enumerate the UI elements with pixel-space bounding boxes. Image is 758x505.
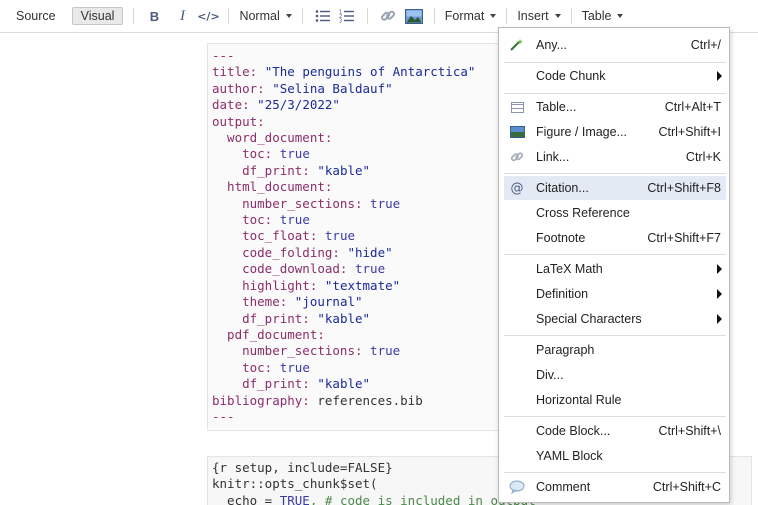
menu-item-code-chunk[interactable]: Code Chunk: [504, 64, 726, 88]
bullet-list-icon[interactable]: [313, 6, 333, 26]
menu-item-definition[interactable]: Definition: [504, 282, 726, 306]
menu-item-special-characters[interactable]: Special Characters: [504, 307, 726, 331]
insert-dropdown-menu: Any... Ctrl+/ Code Chunk Table... Ctrl+A…: [498, 27, 730, 503]
chevron-down-icon: [285, 13, 292, 18]
italic-button[interactable]: I: [172, 6, 192, 26]
link-icon: [508, 149, 526, 165]
menu-item-code-block[interactable]: Code Block... Ctrl+Shift+\: [504, 419, 726, 443]
toolbar-separator: [366, 8, 368, 24]
link-icon[interactable]: [378, 6, 398, 26]
code-button[interactable]: </>: [197, 6, 219, 26]
menu-item-table[interactable]: Table... Ctrl+Alt+T: [504, 95, 726, 119]
submenu-arrow-icon: [717, 289, 722, 299]
menu-item-div[interactable]: Div...: [504, 363, 726, 387]
toolbar-separator: [228, 8, 230, 24]
numbered-list-icon[interactable]: 123: [337, 6, 357, 26]
menu-item-horizontal-rule[interactable]: Horizontal Rule: [504, 388, 726, 412]
style-select-value: Normal: [239, 9, 280, 23]
menu-item-citation[interactable]: @ Citation... Ctrl+Shift+F8: [504, 176, 726, 200]
toolbar-separator: [133, 8, 135, 24]
menu-item-paragraph[interactable]: Paragraph: [504, 338, 726, 362]
submenu-arrow-icon: [717, 71, 722, 81]
submenu-arrow-icon: [717, 264, 722, 274]
toolbar-separator: [506, 8, 508, 24]
svg-text:3: 3: [339, 19, 342, 24]
yaml-code[interactable]: --- title: "The penguins of Antarctica" …: [212, 48, 475, 425]
menu-item-footnote[interactable]: Footnote Ctrl+Shift+F7: [504, 226, 726, 250]
insert-menu-label: Insert: [517, 9, 549, 23]
table-icon: [508, 99, 526, 115]
menu-separator: [504, 173, 726, 174]
menu-separator: [504, 254, 726, 255]
magic-wand-icon: [508, 37, 526, 53]
menu-item-any[interactable]: Any... Ctrl+/: [504, 33, 726, 57]
style-select[interactable]: Normal: [239, 9, 292, 23]
bold-button[interactable]: B: [144, 6, 164, 26]
image-icon[interactable]: [404, 6, 424, 26]
menu-item-comment[interactable]: Comment Ctrl+Shift+C: [504, 475, 726, 499]
chevron-down-icon: [490, 13, 497, 18]
menu-item-yaml-block[interactable]: YAML Block: [504, 444, 726, 468]
menu-separator: [504, 62, 726, 63]
menu-separator: [504, 416, 726, 417]
format-menu-button[interactable]: Format: [445, 9, 497, 23]
chevron-down-icon: [554, 13, 561, 18]
menu-item-link[interactable]: Link... Ctrl+K: [504, 145, 726, 169]
submenu-arrow-icon: [717, 314, 722, 324]
speech-bubble-icon: [508, 479, 526, 495]
menu-item-figure-image[interactable]: Figure / Image... Ctrl+Shift+I: [504, 120, 726, 144]
toolbar-separator: [570, 8, 572, 24]
menu-separator: [504, 93, 726, 94]
at-sign-icon: @: [510, 180, 524, 196]
source-mode-button[interactable]: Source: [8, 7, 64, 25]
insert-menu-button[interactable]: Insert: [517, 9, 561, 23]
toolbar-separator: [433, 8, 435, 24]
menu-separator: [504, 472, 726, 473]
r-chunk-code[interactable]: {r setup, include=FALSE} knitr::opts_chu…: [212, 460, 536, 505]
visual-mode-button[interactable]: Visual: [71, 7, 124, 25]
menu-separator: [504, 335, 726, 336]
chevron-down-icon: [617, 13, 624, 18]
toolbar-separator: [301, 8, 303, 24]
menu-item-latex-math[interactable]: LaTeX Math: [504, 257, 726, 281]
table-menu-label: Table: [581, 9, 612, 23]
format-menu-label: Format: [444, 9, 485, 23]
table-menu-button[interactable]: Table: [582, 9, 624, 23]
menu-item-cross-reference[interactable]: Cross Reference: [504, 201, 726, 225]
image-icon: [508, 124, 526, 140]
